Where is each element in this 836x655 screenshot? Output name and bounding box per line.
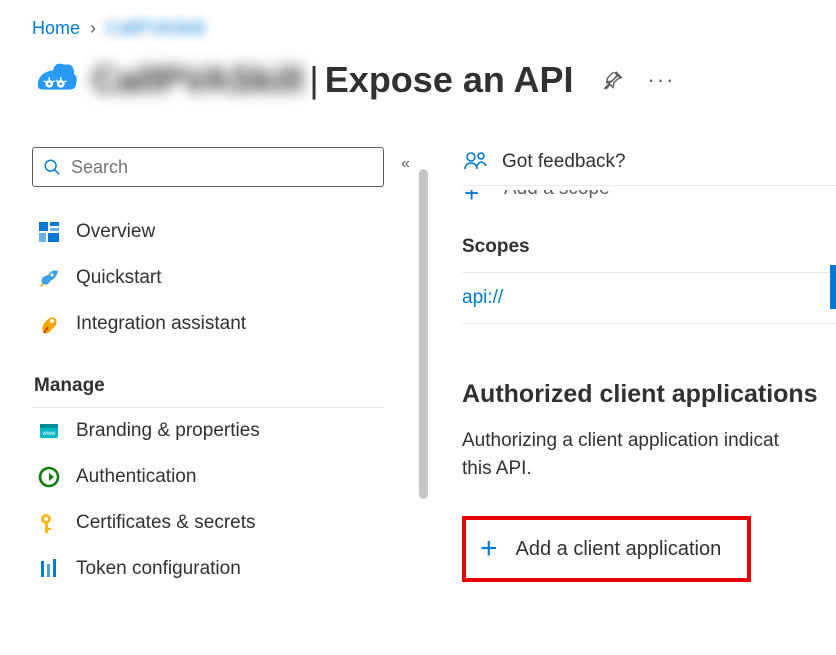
certificates-icon [38,512,60,534]
sidebar-item-authentication[interactable]: Authentication [32,454,384,500]
sidebar-item-token-configuration[interactable]: Token configuration [32,546,384,592]
sidebar-item-certificates-secrets[interactable]: Certificates & secrets [32,500,384,546]
sidebar-item-quickstart[interactable]: Quickstart [32,255,384,301]
breadcrumb: Home › CallPVASkill [32,18,836,39]
sidebar-item-label: Certificates & secrets [76,512,256,534]
branding-icon: www [38,420,60,442]
feedback-icon [462,149,488,175]
page-title: CallPVASkill | Expose an API [92,59,574,101]
add-scope-partial[interactable]: + Add a scope [462,190,836,216]
search-input[interactable] [71,157,373,178]
sidebar-item-label: Branding & properties [76,420,260,442]
sidebar-section-manage: Manage [32,355,384,408]
chevron-right-icon: › [90,18,96,39]
scopes-heading: Scopes [462,236,836,258]
sidebar-nav: Overview Quickstart Integration assistan… [32,209,384,592]
overview-icon [38,221,60,243]
page-title-row: CallPVASkill | Expose an API ··· [32,57,836,103]
sidebar-item-overview[interactable]: Overview [32,209,384,255]
authentication-icon [38,466,60,488]
sidebar-item-label: Integration assistant [76,313,246,335]
app-registration-icon [32,57,78,103]
sidebar: « Overview Quickstart Integration assist… [32,147,416,647]
sidebar-item-branding[interactable]: www Branding & properties [32,408,384,454]
plus-icon: + [464,190,479,209]
sidebar-item-label: Quickstart [76,267,162,289]
scope-row: api:// [462,272,836,324]
title-page-name: Expose an API [325,59,574,101]
quickstart-icon [38,267,60,289]
search-icon [43,158,61,176]
sidebar-item-label: Authentication [76,466,196,488]
authorized-clients-heading: Authorized client applications [462,380,836,409]
scope-row-marker [830,265,836,309]
authorized-clients-description: Authorizing a client application indicat… [462,427,836,482]
breadcrumb-home[interactable]: Home [32,18,80,39]
scope-api-uri-link[interactable]: api:// [462,287,503,308]
title-app-name: CallPVASkill [92,59,303,101]
search-input-wrapper[interactable] [32,147,384,187]
add-scope-label: Add a scope [504,190,610,200]
breadcrumb-app-name[interactable]: CallPVASkill [106,18,205,39]
add-client-label: Add a client application [516,538,722,561]
add-client-application-button[interactable]: + Add a client application [462,516,751,582]
sidebar-item-integration-assistant[interactable]: Integration assistant [32,301,384,347]
integration-icon [38,313,60,335]
more-menu-icon[interactable]: ··· [648,67,676,93]
title-separator: | [309,59,318,101]
sidebar-item-label: Token configuration [76,558,241,580]
sidebar-item-label: Overview [76,221,155,243]
svg-text:www: www [42,431,57,437]
collapse-sidebar-icon[interactable]: « [401,155,410,173]
main-content: Got feedback? + Add a scope Scopes api:/… [416,147,836,647]
feedback-label: Got feedback? [502,151,626,173]
pin-icon[interactable] [602,69,624,91]
plus-icon: + [480,534,498,564]
token-icon [38,558,60,580]
feedback-link[interactable]: Got feedback? [462,147,836,177]
